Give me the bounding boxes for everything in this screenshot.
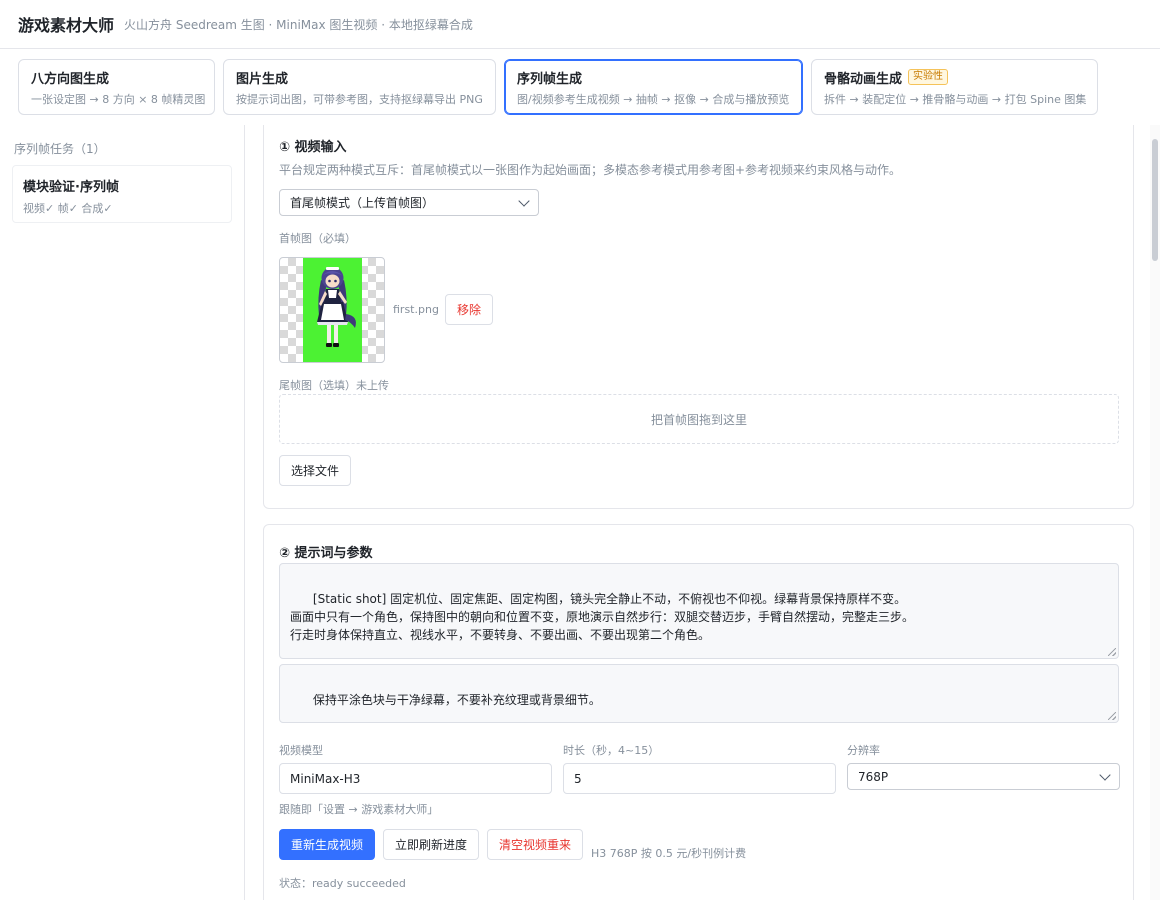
negative-prompt-textarea[interactable]: 保持平涂色块与干净绿幕，不要补充纹理或背景细节。 <box>279 664 1119 723</box>
main-scrollbar[interactable] <box>1150 125 1160 900</box>
tab-skeletal-animation[interactable]: 骨骼动画生成 实验性 拆件 → 装配定位 → 推骨骼与动画 → 打包 Spine… <box>811 59 1098 115</box>
task-list-heading: 序列帧任务（1） <box>14 142 106 156</box>
experimental-badge: 实验性 <box>908 69 949 85</box>
tab-desc: 一张设定图 → 8 方向 × 8 帧精灵图 <box>31 93 206 106</box>
tab-title-text: 骨骼动画生成 <box>824 71 903 87</box>
task-status: 视频✓ 帧✓ 合成✓ <box>23 202 113 215</box>
tab-title: 序列帧生成 <box>517 71 583 87</box>
mode-tabs: 八方向图生成 一张设定图 → 8 方向 × 8 帧精灵图 图片生成 按提示词出图… <box>18 59 1098 115</box>
mode-select-value: 首尾帧模式（上传首帧图） <box>290 196 435 210</box>
prompt-textarea[interactable]: [Static shot] 固定机位、固定焦距、固定构图，镜头完全静止不动，不俯… <box>279 563 1119 659</box>
tab-title: 图片生成 <box>236 71 289 87</box>
tab-desc: 按提示词出图，可带参考图，支持抠绿幕导出 PNG <box>236 93 483 106</box>
video-input-panel: ① 视频输入 平台规定两种模式互斥：首尾帧模式以一张图作为起始画面；多模态参考模… <box>263 125 1134 509</box>
clear-video-button[interactable]: 清空视频重来 <box>487 829 583 860</box>
tab-image-generation[interactable]: 图片生成 按提示词出图，可带参考图，支持抠绿幕导出 PNG <box>223 59 496 115</box>
greenscreen-image <box>303 258 362 362</box>
status-text: 状态：ready succeeded <box>279 877 406 890</box>
app-title: 游戏素材大师 <box>18 16 115 35</box>
prompt-text: [Static shot] 固定机位、固定焦距、固定构图，镜头完全静止不动，不俯… <box>290 592 915 642</box>
tab-eight-direction[interactable]: 八方向图生成 一张设定图 → 8 方向 × 8 帧精灵图 <box>18 59 215 115</box>
negative-prompt-text: 保持平涂色块与干净绿幕，不要补充纹理或背景细节。 <box>312 693 601 707</box>
prompt-params-panel: ② 提示词与参数 [Static shot] 固定机位、固定焦距、固定构图，镜头… <box>263 524 1134 900</box>
tab-title: 骨骼动画生成 实验性 <box>824 68 1085 87</box>
resize-handle-icon[interactable] <box>1108 648 1116 656</box>
model-value: MiniMax-H3 <box>290 771 361 786</box>
duration-label: 时长（秒，4~15） <box>563 744 660 757</box>
task-item[interactable]: 模块验证·序列帧 视频✓ 帧✓ 合成✓ <box>12 165 232 223</box>
panel-title: ② 提示词与参数 <box>279 546 373 561</box>
resolution-label: 分辨率 <box>847 744 880 757</box>
model-label: 视频模型 <box>279 744 323 757</box>
main-content: ① 视频输入 平台规定两种模式互斥：首尾帧模式以一张图作为起始画面；多模态参考模… <box>246 125 1150 900</box>
character-sprite-icon <box>317 267 356 347</box>
first-frame-label: 首帧图（必填） <box>279 232 356 245</box>
regenerate-video-button[interactable]: 重新生成视频 <box>279 829 375 860</box>
last-frame-label: 尾帧图（选填）未上传 <box>279 379 389 392</box>
dropzone-text: 把首帧图拖到这里 <box>650 412 747 427</box>
refresh-progress-button[interactable]: 立即刷新进度 <box>383 829 479 860</box>
panel-title: ① 视频输入 <box>279 140 347 155</box>
task-sidebar: 序列帧任务（1） 模块验证·序列帧 视频✓ 帧✓ 合成✓ <box>0 125 245 900</box>
first-frame-thumbnail <box>279 257 385 363</box>
cost-note: H3 768P 按 0.5 元/秒刊例计费 <box>591 847 747 860</box>
tab-desc: 拆件 → 装配定位 → 推骨骼与动画 → 打包 Spine 图集 <box>824 93 1087 106</box>
chevron-down-icon <box>518 194 530 207</box>
scrollbar-thumb[interactable] <box>1152 139 1158 261</box>
app-subtitle: 火山方舟 Seedream 生图 · MiniMax 图生视频 · 本地抠绿幕合… <box>124 17 473 32</box>
last-frame-dropzone[interactable]: 把首帧图拖到这里 <box>279 394 1119 444</box>
follow-settings-note: 跟随即「设置 → 游戏素材大师」 <box>279 803 439 816</box>
panel-description: 平台规定两种模式互斥：首尾帧模式以一张图作为起始画面；多模态参考模式用参考图+参… <box>279 163 902 177</box>
mode-select[interactable]: 首尾帧模式（上传首帧图） <box>279 189 539 216</box>
model-input[interactable]: MiniMax-H3 <box>279 763 552 794</box>
resize-handle-icon[interactable] <box>1108 712 1116 720</box>
first-frame-filename: first.png <box>393 303 439 316</box>
remove-first-frame-button[interactable]: 移除 <box>445 294 493 325</box>
resolution-value: 768P <box>858 769 889 784</box>
tab-desc: 图/视频参考生成视频 → 抽帧 → 抠像 → 合成与播放预览 <box>517 93 790 106</box>
app-header: 游戏素材大师 火山方舟 Seedream 生图 · MiniMax 图生视频 ·… <box>0 0 1160 49</box>
chevron-down-icon <box>1099 768 1111 781</box>
task-title: 模块验证·序列帧 <box>23 180 119 195</box>
resolution-select[interactable]: 768P <box>847 763 1120 790</box>
duration-value: 5 <box>574 771 582 786</box>
duration-input[interactable]: 5 <box>563 763 836 794</box>
tab-sequence-frames[interactable]: 序列帧生成 图/视频参考生成视频 → 抽帧 → 抠像 → 合成与播放预览 <box>504 59 803 115</box>
choose-file-button[interactable]: 选择文件 <box>279 455 351 486</box>
tab-title: 八方向图生成 <box>31 71 110 87</box>
